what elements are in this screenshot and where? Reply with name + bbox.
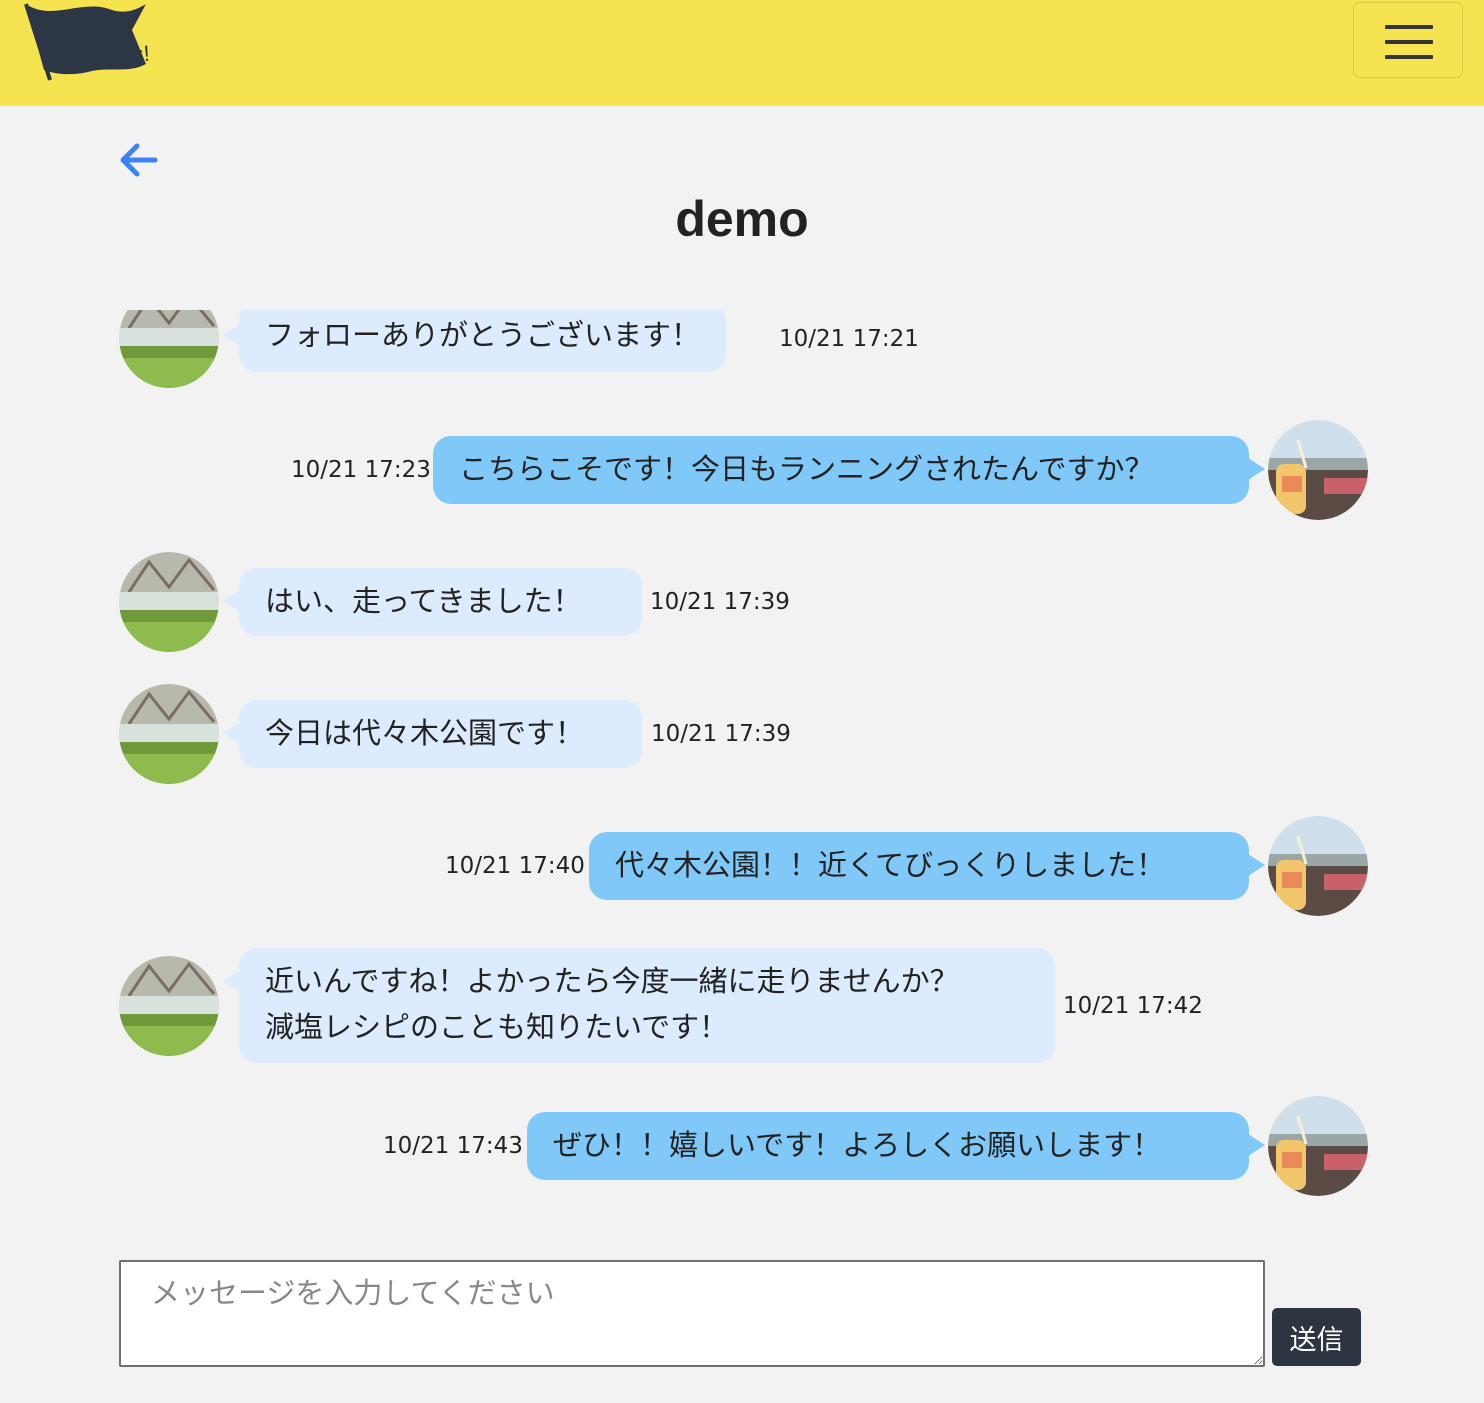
message-time: 10/21 17:40	[445, 853, 585, 879]
message-time: 10/21 17:39	[651, 721, 791, 747]
message-text-line: 減塩レシピのことも知りたいです！	[265, 1010, 729, 1044]
back-button[interactable]	[117, 141, 159, 179]
message-bubble: 代々木公園！！近くてびっくりしました！	[589, 832, 1265, 900]
menu-toggle-button[interactable]	[1353, 2, 1463, 78]
message-bubble: こちらこそです！今日もランニングされたんですか？	[433, 436, 1265, 504]
message-text: 今日は代々木公園です！	[265, 716, 585, 750]
message-time: 10/21 17:21	[779, 326, 919, 352]
logo-text: Cheers!	[72, 40, 151, 71]
message-bubble: 今日は代々木公園です！	[223, 700, 642, 768]
message-bubble: はい、走ってきました！	[223, 568, 642, 636]
message-bubble: フォローありがとうございます！	[222, 310, 727, 372]
partner-avatar[interactable]	[119, 310, 219, 388]
own-avatar[interactable]	[1268, 420, 1368, 520]
partner-avatar[interactable]	[119, 956, 219, 1056]
own-avatar[interactable]	[1268, 1096, 1368, 1196]
own-photo	[1268, 816, 1368, 916]
arrow-left-icon	[120, 143, 158, 177]
own-avatar[interactable]	[1268, 816, 1368, 916]
message-time: 10/21 17:23	[291, 457, 431, 483]
message-bubble: ぜひ！！嬉しいです！よろしくお願いします！	[527, 1112, 1265, 1180]
own-photo	[1268, 420, 1368, 520]
hamburger-menu-icon	[1385, 25, 1433, 29]
message-time: 10/21 17:43	[383, 1133, 523, 1159]
partner-photo	[119, 310, 219, 388]
message-text: はい、走ってきました！	[265, 584, 582, 618]
message-text: フォローありがとうございます！	[265, 318, 701, 352]
partner-photo	[119, 684, 219, 784]
page-title: demo	[675, 191, 809, 247]
own-photo	[1268, 1096, 1368, 1196]
send-button[interactable]: 送信	[1272, 1308, 1361, 1366]
message-time: 10/21 17:42	[1063, 993, 1203, 1019]
message-text: ぜひ！！嬉しいです！よろしくお願いします！	[553, 1128, 1162, 1162]
partner-avatar[interactable]	[119, 684, 219, 784]
message-bubble: 近いんですね！よかったら今度一緒に走りませんか？ 減塩レシピのことも知りたいです…	[223, 948, 1055, 1063]
navbar: Cheers!	[0, 0, 1484, 106]
partner-photo	[119, 552, 219, 652]
message-list: フォローありがとうございます！ 10/21 17:21 10/21 17:23 …	[0, 310, 1484, 1240]
message-time: 10/21 17:39	[650, 589, 790, 615]
message-text: 代々木公園！！近くてびっくりしました！	[615, 848, 1166, 882]
message-input[interactable]	[119, 1260, 1265, 1367]
partner-avatar[interactable]	[119, 552, 219, 652]
message-text-line: 近いんですね！よかったら今度一緒に走りませんか？	[265, 964, 959, 998]
message-text: こちらこそです！今日もランニングされたんですか？	[459, 452, 1154, 486]
partner-photo	[119, 956, 219, 1056]
app-logo[interactable]: Cheers!	[22, 0, 152, 84]
